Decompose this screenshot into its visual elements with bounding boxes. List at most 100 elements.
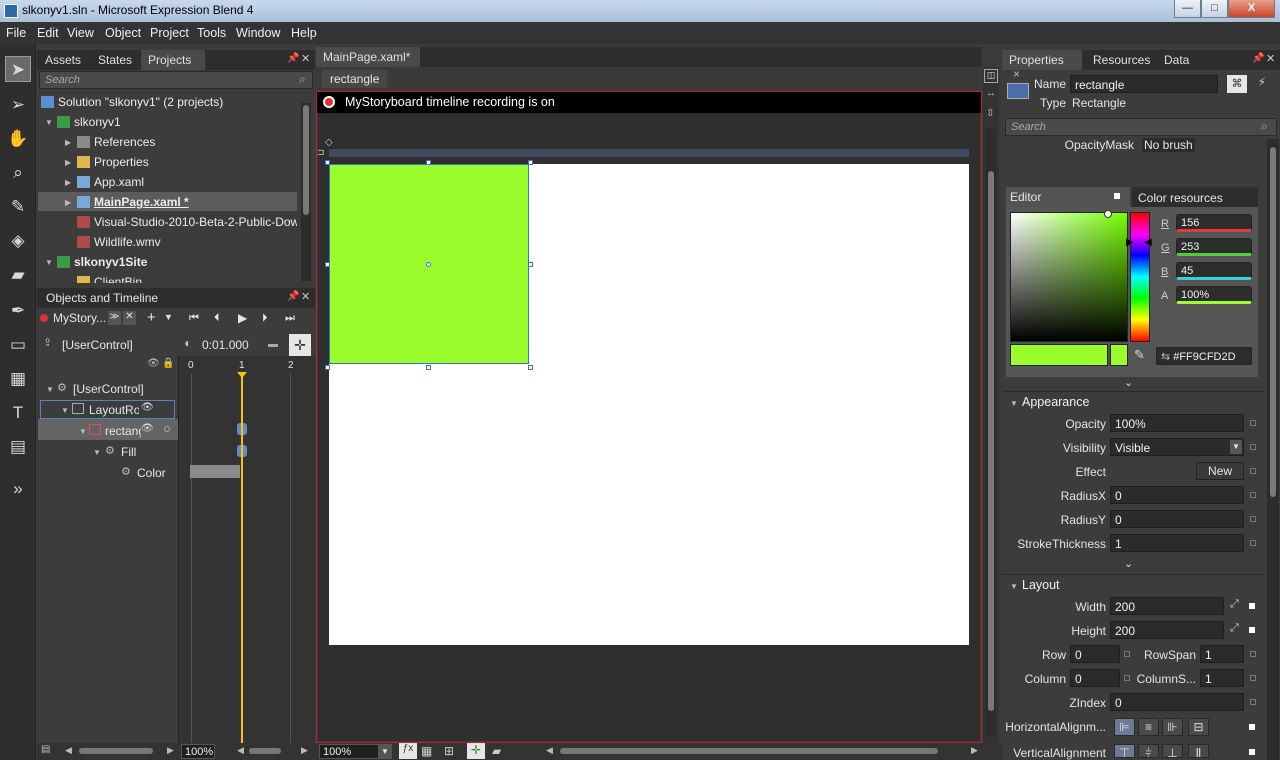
project-node-slkonyv1[interactable]: slkonyv1 bbox=[57, 115, 121, 129]
tab-color-resources[interactable]: Color resources bbox=[1132, 187, 1258, 207]
expand-triangle-icon[interactable]: ▶ bbox=[65, 158, 71, 167]
editor-menu-icon[interactable] bbox=[1114, 193, 1120, 199]
direct-selection-tool-icon[interactable]: ➢ bbox=[5, 92, 31, 118]
text-tool-icon[interactable]: T bbox=[5, 400, 31, 426]
auto-size-icon[interactable]: ⤢ bbox=[1230, 622, 1239, 635]
snap-snaplines-icon[interactable]: ✛ bbox=[467, 743, 485, 759]
expand-triangle-icon[interactable]: ▶ bbox=[65, 138, 71, 147]
menu-help[interactable]: Help bbox=[291, 26, 317, 40]
alpha-channel-input[interactable]: 100% bbox=[1176, 286, 1252, 304]
close-panel-icon[interactable]: ✕ bbox=[301, 52, 310, 65]
expand-triangle-icon[interactable]: ▶ bbox=[65, 198, 71, 207]
play-icon[interactable]: ▶ bbox=[238, 311, 247, 325]
advanced-options-icon[interactable] bbox=[1124, 651, 1130, 657]
scroll-left-icon[interactable]: ◀ bbox=[65, 745, 72, 756]
paint-bucket-tool-icon[interactable]: ◈ bbox=[5, 228, 31, 254]
scope-up-icon[interactable]: ⇪ bbox=[43, 336, 52, 349]
lock-icon[interactable]: 🔒 bbox=[162, 358, 174, 369]
menu-edit[interactable]: Edit bbox=[37, 26, 59, 40]
advanced-options-icon[interactable] bbox=[1250, 516, 1256, 522]
tab-data[interactable]: Data bbox=[1157, 50, 1196, 70]
annotations-icon[interactable]: ▰ bbox=[492, 744, 501, 758]
resize-handle[interactable] bbox=[325, 262, 330, 267]
pan-tool-icon[interactable]: ✋ bbox=[5, 126, 31, 152]
columnspan-input[interactable]: 1 bbox=[1200, 669, 1244, 687]
tree-fill[interactable]: Fill bbox=[121, 445, 136, 459]
tab-assets[interactable]: Assets bbox=[38, 50, 88, 70]
selection-tool-icon[interactable]: ➤ bbox=[5, 56, 31, 82]
eye-icon[interactable]: 👁 bbox=[141, 402, 154, 413]
control-tool-icon[interactable]: ▤ bbox=[5, 434, 31, 460]
tree-wildlife-wmv[interactable]: Wildlife.wmv bbox=[77, 235, 161, 249]
row-anchor-icon[interactable]: ⊐ bbox=[317, 147, 325, 158]
playhead-line[interactable] bbox=[241, 374, 243, 743]
timeline-zoom[interactable]: 100% bbox=[181, 744, 215, 759]
advanced-options-icon[interactable] bbox=[1250, 444, 1256, 450]
collapse-triangle-icon[interactable]: ▼ bbox=[1010, 399, 1018, 408]
timeline-time[interactable]: 0:01.000 bbox=[202, 338, 249, 352]
eye-icon[interactable]: 👁 bbox=[147, 358, 160, 369]
color-picker-cursor[interactable] bbox=[1104, 210, 1112, 218]
resize-handle[interactable] bbox=[325, 160, 330, 165]
record-keyframe-button[interactable]: ✛ bbox=[289, 334, 311, 356]
collapse-triangle-icon[interactable]: ▼ bbox=[93, 448, 101, 457]
opacitymask-value[interactable]: No brush bbox=[1142, 138, 1195, 152]
height-input[interactable]: 200 bbox=[1110, 621, 1224, 639]
chevron-down-icon[interactable]: ▼ bbox=[378, 744, 392, 759]
resize-handle[interactable] bbox=[325, 365, 330, 370]
new-effect-button[interactable]: New bbox=[1196, 462, 1244, 480]
rectangle-tool-icon[interactable]: ▭ bbox=[5, 332, 31, 358]
timeline-view-icon[interactable]: ▤ bbox=[41, 744, 50, 755]
previous-frame-icon[interactable]: ⏴ bbox=[214, 312, 220, 325]
menu-window[interactable]: Window bbox=[236, 26, 280, 40]
row-input[interactable]: 0 bbox=[1070, 645, 1120, 663]
hex-color-input[interactable]: ⇆ #FF9CFD2D bbox=[1156, 347, 1252, 365]
properties-search-input[interactable]: Search bbox=[1005, 118, 1277, 136]
properties-view-icon[interactable]: ⌘ bbox=[1227, 75, 1247, 93]
properties-scrollbar[interactable] bbox=[1267, 139, 1279, 760]
visibility-select[interactable]: Visible bbox=[1110, 438, 1244, 456]
grid-anchor-icon[interactable]: ◇ bbox=[325, 137, 333, 148]
editor-zoom[interactable]: 100% bbox=[319, 744, 379, 759]
brush-transform-tool-icon[interactable]: ▰ bbox=[5, 262, 31, 288]
color-animation-bar[interactable] bbox=[190, 465, 240, 478]
tab-editor[interactable]: Editor bbox=[1006, 187, 1130, 207]
pin-icon[interactable]: 📌 bbox=[287, 291, 299, 302]
name-input[interactable]: rectangle bbox=[1070, 75, 1218, 93]
align-top-icon[interactable]: ⊤ bbox=[1114, 744, 1135, 760]
scroll-left-icon[interactable]: ◀ bbox=[546, 745, 553, 756]
pin-icon[interactable]: 📌 bbox=[287, 53, 299, 64]
project-scrollbar[interactable] bbox=[301, 103, 311, 281]
strokethickness-input[interactable]: 1 bbox=[1110, 534, 1244, 552]
tree-references[interactable]: References bbox=[77, 135, 155, 149]
close-panel-icon[interactable]: ✕ bbox=[1266, 52, 1275, 65]
tree-clientbin[interactable]: ClientBin bbox=[77, 275, 142, 283]
menu-tools[interactable]: Tools bbox=[197, 26, 226, 40]
local-value-icon[interactable] bbox=[1249, 627, 1255, 633]
tree-app-xaml[interactable]: App.xaml bbox=[77, 175, 144, 189]
local-value-icon[interactable] bbox=[1249, 749, 1255, 755]
resize-handle[interactable] bbox=[528, 262, 533, 267]
maximize-button[interactable]: □ bbox=[1201, 0, 1228, 18]
align-right-icon[interactable]: ⊪ bbox=[1162, 718, 1183, 736]
collapse-triangle-icon[interactable]: ▼ bbox=[1010, 582, 1018, 591]
events-icon[interactable]: ⚡ bbox=[1252, 75, 1272, 93]
tree-mainpage-xaml[interactable]: MainPage.xaml * bbox=[77, 195, 189, 209]
resize-handle[interactable] bbox=[426, 365, 431, 370]
menu-view[interactable]: View bbox=[67, 26, 94, 40]
resize-handle[interactable] bbox=[528, 160, 533, 165]
advanced-options-icon[interactable] bbox=[1250, 492, 1256, 498]
color-space-toggle-icon[interactable]: ⇆ bbox=[1161, 351, 1170, 363]
advanced-options-icon[interactable] bbox=[1250, 651, 1256, 657]
show-grid-icon[interactable]: ▦ bbox=[421, 744, 432, 758]
column-input[interactable]: 0 bbox=[1070, 669, 1120, 687]
resize-handle[interactable] bbox=[426, 160, 431, 165]
rowspan-input[interactable]: 1 bbox=[1200, 645, 1244, 663]
menu-file[interactable]: File bbox=[6, 26, 26, 40]
chevron-down-icon[interactable]: ▼ bbox=[1230, 440, 1242, 454]
advanced-options-icon[interactable] bbox=[1250, 699, 1256, 705]
editor-horizontal-scrollbar[interactable] bbox=[560, 748, 938, 754]
expand-chevron-icon[interactable]: ⌄ bbox=[1124, 557, 1133, 570]
advanced-options-icon[interactable] bbox=[1124, 675, 1130, 681]
radiusy-input[interactable]: 0 bbox=[1110, 510, 1244, 528]
